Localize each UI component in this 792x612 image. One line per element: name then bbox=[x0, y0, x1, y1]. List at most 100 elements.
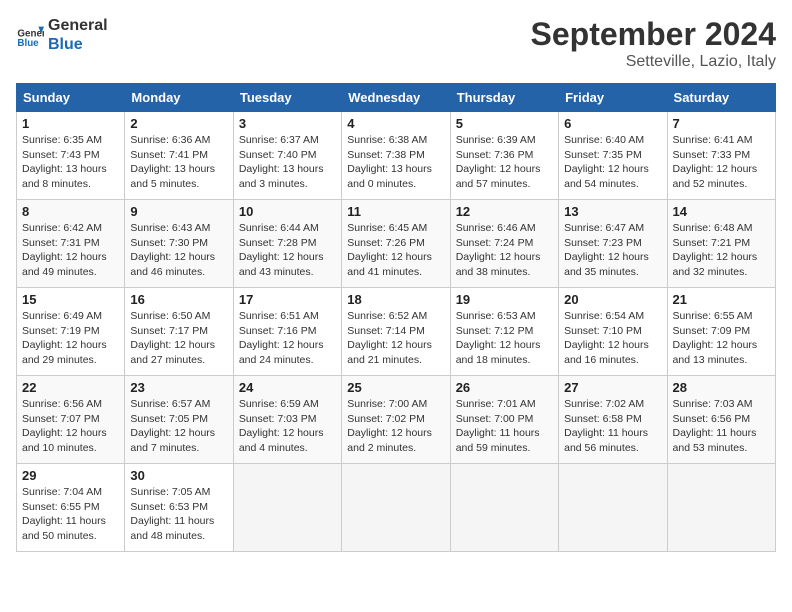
calendar-cell bbox=[342, 464, 450, 552]
day-info: Sunrise: 6:54 AMSunset: 7:10 PMDaylight:… bbox=[564, 309, 661, 368]
day-number: 7 bbox=[673, 116, 770, 131]
calendar-cell bbox=[233, 464, 341, 552]
calendar-cell: 5 Sunrise: 6:39 AMSunset: 7:36 PMDaylight… bbox=[450, 112, 558, 200]
day-number: 15 bbox=[22, 292, 119, 307]
weekday-header-saturday: Saturday bbox=[667, 84, 775, 112]
calendar-cell: 28 Sunrise: 7:03 AMSunset: 6:56 PMDayligh… bbox=[667, 376, 775, 464]
day-info: Sunrise: 6:46 AMSunset: 7:24 PMDaylight:… bbox=[456, 221, 553, 280]
day-info: Sunrise: 6:36 AMSunset: 7:41 PMDaylight:… bbox=[130, 133, 227, 192]
day-info: Sunrise: 6:40 AMSunset: 7:35 PMDaylight:… bbox=[564, 133, 661, 192]
day-info: Sunrise: 6:43 AMSunset: 7:30 PMDaylight:… bbox=[130, 221, 227, 280]
day-number: 17 bbox=[239, 292, 336, 307]
weekday-header-thursday: Thursday bbox=[450, 84, 558, 112]
day-info: Sunrise: 6:50 AMSunset: 7:17 PMDaylight:… bbox=[130, 309, 227, 368]
calendar-week-3: 15 Sunrise: 6:49 AMSunset: 7:19 PMDayligh… bbox=[17, 288, 776, 376]
day-info: Sunrise: 6:44 AMSunset: 7:28 PMDaylight:… bbox=[239, 221, 336, 280]
calendar-cell: 2 Sunrise: 6:36 AMSunset: 7:41 PMDaylight… bbox=[125, 112, 233, 200]
calendar-cell bbox=[559, 464, 667, 552]
day-info: Sunrise: 6:55 AMSunset: 7:09 PMDaylight:… bbox=[673, 309, 770, 368]
weekday-header-friday: Friday bbox=[559, 84, 667, 112]
day-info: Sunrise: 6:49 AMSunset: 7:19 PMDaylight:… bbox=[22, 309, 119, 368]
day-info: Sunrise: 6:59 AMSunset: 7:03 PMDaylight:… bbox=[239, 397, 336, 456]
day-info: Sunrise: 6:38 AMSunset: 7:38 PMDaylight:… bbox=[347, 133, 444, 192]
location: Setteville, Lazio, Italy bbox=[531, 53, 776, 71]
day-info: Sunrise: 6:45 AMSunset: 7:26 PMDaylight:… bbox=[347, 221, 444, 280]
weekday-header-tuesday: Tuesday bbox=[233, 84, 341, 112]
logo-icon: General Blue bbox=[16, 21, 44, 49]
calendar-cell: 30 Sunrise: 7:05 AMSunset: 6:53 PMDayligh… bbox=[125, 464, 233, 552]
calendar-cell: 8 Sunrise: 6:42 AMSunset: 7:31 PMDaylight… bbox=[17, 200, 125, 288]
calendar-cell: 7 Sunrise: 6:41 AMSunset: 7:33 PMDaylight… bbox=[667, 112, 775, 200]
day-info: Sunrise: 6:53 AMSunset: 7:12 PMDaylight:… bbox=[456, 309, 553, 368]
day-info: Sunrise: 6:35 AMSunset: 7:43 PMDaylight:… bbox=[22, 133, 119, 192]
calendar-cell: 15 Sunrise: 6:49 AMSunset: 7:19 PMDayligh… bbox=[17, 288, 125, 376]
day-number: 8 bbox=[22, 204, 119, 219]
day-number: 24 bbox=[239, 380, 336, 395]
day-number: 9 bbox=[130, 204, 227, 219]
day-info: Sunrise: 6:51 AMSunset: 7:16 PMDaylight:… bbox=[239, 309, 336, 368]
calendar-cell: 29 Sunrise: 7:04 AMSunset: 6:55 PMDayligh… bbox=[17, 464, 125, 552]
month-title: September 2024 bbox=[531, 16, 776, 53]
calendar-cell: 17 Sunrise: 6:51 AMSunset: 7:16 PMDayligh… bbox=[233, 288, 341, 376]
day-number: 28 bbox=[673, 380, 770, 395]
day-number: 18 bbox=[347, 292, 444, 307]
logo: General Blue General Blue bbox=[16, 16, 108, 54]
calendar-week-5: 29 Sunrise: 7:04 AMSunset: 6:55 PMDayligh… bbox=[17, 464, 776, 552]
day-number: 4 bbox=[347, 116, 444, 131]
calendar-cell: 25Sunrise: 7:00 AMSunset: 7:02 PMDayligh… bbox=[342, 376, 450, 464]
day-info: Sunrise: 7:04 AMSunset: 6:55 PMDaylight:… bbox=[22, 485, 119, 544]
day-number: 22 bbox=[22, 380, 119, 395]
day-number: 23 bbox=[130, 380, 227, 395]
calendar-cell: 4 Sunrise: 6:38 AMSunset: 7:38 PMDaylight… bbox=[342, 112, 450, 200]
day-number: 19 bbox=[456, 292, 553, 307]
day-number: 30 bbox=[130, 468, 227, 483]
day-number: 11 bbox=[347, 204, 444, 219]
day-number: 10 bbox=[239, 204, 336, 219]
page-header: General Blue General Blue September 2024… bbox=[16, 16, 776, 71]
logo-general: General bbox=[48, 16, 108, 35]
day-number: 5 bbox=[456, 116, 553, 131]
calendar-cell: 26 Sunrise: 7:01 AMSunset: 7:00 PMDayligh… bbox=[450, 376, 558, 464]
calendar-week-2: 8 Sunrise: 6:42 AMSunset: 7:31 PMDaylight… bbox=[17, 200, 776, 288]
svg-text:Blue: Blue bbox=[17, 38, 39, 49]
day-number: 1 bbox=[22, 116, 119, 131]
weekday-header-sunday: Sunday bbox=[17, 84, 125, 112]
day-number: 26 bbox=[456, 380, 553, 395]
day-number: 29 bbox=[22, 468, 119, 483]
calendar-week-4: 22Sunrise: 6:56 AMSunset: 7:07 PMDayligh… bbox=[17, 376, 776, 464]
day-number: 2 bbox=[130, 116, 227, 131]
day-info: Sunrise: 7:01 AMSunset: 7:00 PMDaylight:… bbox=[456, 397, 553, 456]
day-number: 20 bbox=[564, 292, 661, 307]
day-info: Sunrise: 6:57 AMSunset: 7:05 PMDaylight:… bbox=[130, 397, 227, 456]
calendar-cell bbox=[667, 464, 775, 552]
calendar-cell: 19 Sunrise: 6:53 AMSunset: 7:12 PMDayligh… bbox=[450, 288, 558, 376]
weekday-header-monday: Monday bbox=[125, 84, 233, 112]
day-info: Sunrise: 6:42 AMSunset: 7:31 PMDaylight:… bbox=[22, 221, 119, 280]
day-info: Sunrise: 7:02 AMSunset: 6:58 PMDaylight:… bbox=[564, 397, 661, 456]
calendar-cell: 14Sunrise: 6:48 AMSunset: 7:21 PMDayligh… bbox=[667, 200, 775, 288]
day-number: 3 bbox=[239, 116, 336, 131]
weekday-header-wednesday: Wednesday bbox=[342, 84, 450, 112]
calendar-cell: 24 Sunrise: 6:59 AMSunset: 7:03 PMDayligh… bbox=[233, 376, 341, 464]
day-number: 12 bbox=[456, 204, 553, 219]
calendar-cell: 6 Sunrise: 6:40 AMSunset: 7:35 PMDaylight… bbox=[559, 112, 667, 200]
day-info: Sunrise: 7:05 AMSunset: 6:53 PMDaylight:… bbox=[130, 485, 227, 544]
calendar-cell: 18Sunrise: 6:52 AMSunset: 7:14 PMDayligh… bbox=[342, 288, 450, 376]
day-info: Sunrise: 6:47 AMSunset: 7:23 PMDaylight:… bbox=[564, 221, 661, 280]
calendar-cell: 1 Sunrise: 6:35 AMSunset: 7:43 PMDaylight… bbox=[17, 112, 125, 200]
day-info: Sunrise: 6:39 AMSunset: 7:36 PMDaylight:… bbox=[456, 133, 553, 192]
calendar-cell: 22Sunrise: 6:56 AMSunset: 7:07 PMDayligh… bbox=[17, 376, 125, 464]
day-number: 16 bbox=[130, 292, 227, 307]
day-number: 13 bbox=[564, 204, 661, 219]
calendar-cell: 16 Sunrise: 6:50 AMSunset: 7:17 PMDayligh… bbox=[125, 288, 233, 376]
calendar-cell: 9 Sunrise: 6:43 AMSunset: 7:30 PMDaylight… bbox=[125, 200, 233, 288]
day-info: Sunrise: 7:03 AMSunset: 6:56 PMDaylight:… bbox=[673, 397, 770, 456]
day-info: Sunrise: 6:41 AMSunset: 7:33 PMDaylight:… bbox=[673, 133, 770, 192]
day-number: 6 bbox=[564, 116, 661, 131]
calendar-table: SundayMondayTuesdayWednesdayThursdayFrid… bbox=[16, 83, 776, 552]
day-number: 27 bbox=[564, 380, 661, 395]
day-info: Sunrise: 6:48 AMSunset: 7:21 PMDaylight:… bbox=[673, 221, 770, 280]
calendar-cell: 3Sunrise: 6:37 AMSunset: 7:40 PMDaylight… bbox=[233, 112, 341, 200]
calendar-cell: 13 Sunrise: 6:47 AMSunset: 7:23 PMDayligh… bbox=[559, 200, 667, 288]
calendar-cell: 12 Sunrise: 6:46 AMSunset: 7:24 PMDayligh… bbox=[450, 200, 558, 288]
